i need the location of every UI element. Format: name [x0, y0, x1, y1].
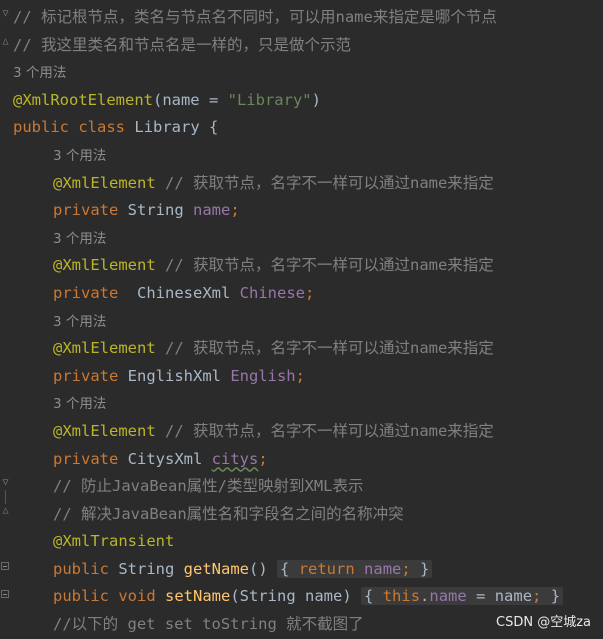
code-line: @XmlElement // 获取节点，名字不一样可以通过name来指定	[13, 335, 603, 363]
fold-method-icon[interactable]	[1, 590, 9, 598]
field-name: Chinese	[239, 283, 305, 302]
usage-hint[interactable]: 3 个用法	[53, 396, 106, 412]
code-comment: // 获取节点，名字不一样可以通过name来指定	[155, 256, 494, 275]
annotation: @XmlElement	[53, 421, 156, 440]
fold-guide-line	[5, 490, 6, 504]
usage-hint-line: 3 个用法	[13, 142, 603, 170]
keyword: class	[78, 118, 126, 137]
usage-hint[interactable]: 3 个用法	[53, 148, 106, 164]
field-name: name	[364, 559, 402, 578]
code-line: @XmlElement // 获取节点，名字不一样可以通过name来指定	[13, 252, 603, 280]
usage-hint-line: 3 个用法	[13, 225, 603, 253]
code-text: ()	[248, 559, 268, 578]
semicolon: ;	[230, 201, 240, 220]
type-name: CitysXml	[118, 449, 212, 468]
code-line: // 标记根节点，类名与节点名不同时，可以用name来指定是哪个节点	[13, 4, 603, 32]
annotation: @XmlRootElement	[13, 90, 153, 109]
brace: }	[550, 587, 561, 606]
brace: }	[420, 559, 430, 578]
semicolon: ;	[401, 559, 411, 578]
fold-comment-icon[interactable]: ▽	[1, 9, 10, 19]
annotation: @XmlTransient	[53, 532, 175, 551]
field-name: citys	[211, 449, 259, 468]
keyword: private	[53, 449, 119, 468]
folded-method-body[interactable]: { return name; }	[277, 559, 433, 578]
code-text: .	[420, 587, 430, 606]
keyword: public	[53, 587, 109, 606]
code-text: )	[311, 90, 321, 109]
code-line: @XmlTransient	[13, 528, 603, 556]
keyword: public	[53, 559, 109, 578]
code-comment: // 获取节点，名字不一样可以通过name来指定	[155, 421, 494, 440]
semicolon: ;	[304, 283, 315, 302]
code-line: // 防止JavaBean属性/类型映射到XML表示	[13, 473, 603, 501]
fold-method-icon[interactable]	[1, 562, 9, 570]
field-name: name	[429, 587, 467, 606]
brace: {	[280, 559, 290, 578]
keyword: public	[13, 118, 69, 137]
keyword: this	[382, 587, 421, 606]
field-name: name	[192, 201, 231, 220]
usage-hint-line: 3 个用法	[13, 390, 603, 418]
semicolon: ;	[295, 366, 305, 385]
code-comment: // 解决JavaBean属性名和字段名之间的名称冲突	[53, 504, 404, 523]
keyword: void	[118, 587, 156, 606]
usage-hint[interactable]: 3 个用法	[13, 65, 66, 81]
code-text: (String name)	[230, 587, 352, 606]
class-name: Library {	[134, 118, 219, 137]
type-name: ChineseXml	[118, 283, 240, 302]
fold-comment-icon[interactable]: ▽	[1, 478, 10, 488]
folded-method-body[interactable]: { this.name = name; }	[361, 587, 564, 606]
code-comment: // 我这里类名和节点名是一样的，只是做个示范	[13, 35, 351, 54]
fold-comment-end-icon[interactable]: △	[1, 37, 10, 47]
code-line: @XmlElement // 获取节点，名字不一样可以通过name来指定	[13, 418, 603, 446]
code-comment: //以下的 get set toString 就不截图了	[53, 615, 364, 634]
type-name: String	[118, 201, 193, 220]
code-line: private String name;	[13, 197, 603, 225]
code-comment: // 获取节点，名字不一样可以通过name来指定	[155, 339, 494, 358]
annotation: @XmlElement	[53, 339, 156, 358]
string-literal: "Library"	[227, 90, 312, 109]
keyword: private	[53, 366, 119, 385]
code-text: (name =	[152, 90, 228, 109]
code-line: // 我这里类名和节点名是一样的，只是做个示范	[13, 32, 603, 60]
method-name: setName	[165, 587, 231, 606]
watermark: CSDN @空城za	[496, 615, 591, 630]
editor-gutter: ▽ △ ▽ △	[0, 0, 12, 638]
method-name: getName	[183, 559, 249, 578]
code-comment: // 标记根节点，类名与节点名不同时，可以用name来指定是哪个节点	[13, 8, 497, 26]
code-text: = name	[466, 587, 533, 606]
code-comment: // 获取节点，名字不一样可以通过name来指定	[155, 173, 494, 192]
type-name: String	[109, 559, 184, 578]
semicolon: ;	[532, 587, 542, 606]
code-comment: // 防止JavaBean属性/类型映射到XML表示	[53, 477, 364, 496]
usage-hint[interactable]: 3 个用法	[53, 314, 106, 330]
keyword: return	[298, 559, 355, 578]
keyword: private	[53, 283, 119, 302]
keyword: private	[53, 201, 119, 220]
field-name: English	[230, 366, 296, 385]
usage-hint-line: 3 个用法	[13, 308, 603, 336]
code-line: @XmlRootElement(name = "Library")	[13, 87, 603, 115]
type-name: EnglishXml	[118, 366, 231, 385]
code-line: @XmlElement // 获取节点，名字不一样可以通过name来指定	[13, 170, 603, 198]
semicolon: ;	[258, 449, 268, 468]
code-line: public class Library {	[13, 114, 603, 142]
brace: {	[364, 587, 374, 606]
code-line: public void setName(String name) { this.…	[13, 583, 603, 611]
annotation: @XmlElement	[53, 173, 156, 192]
usage-hint-line: 3 个用法	[13, 59, 603, 87]
code-line: public String getName() { return name; }	[13, 556, 603, 584]
code-line: // 解决JavaBean属性名和字段名之间的名称冲突	[13, 501, 603, 529]
annotation: @XmlElement	[53, 256, 156, 275]
code-editor[interactable]: // 标记根节点，类名与节点名不同时，可以用name来指定是哪个节点 // 我这…	[13, 4, 603, 639]
usage-hint[interactable]: 3 个用法	[53, 231, 106, 247]
code-line: private EnglishXml English;	[13, 363, 603, 391]
code-line: private CitysXml citys;	[13, 446, 603, 474]
code-line: private ChineseXml Chinese;	[13, 280, 603, 308]
fold-comment-end-icon[interactable]: △	[1, 506, 10, 516]
